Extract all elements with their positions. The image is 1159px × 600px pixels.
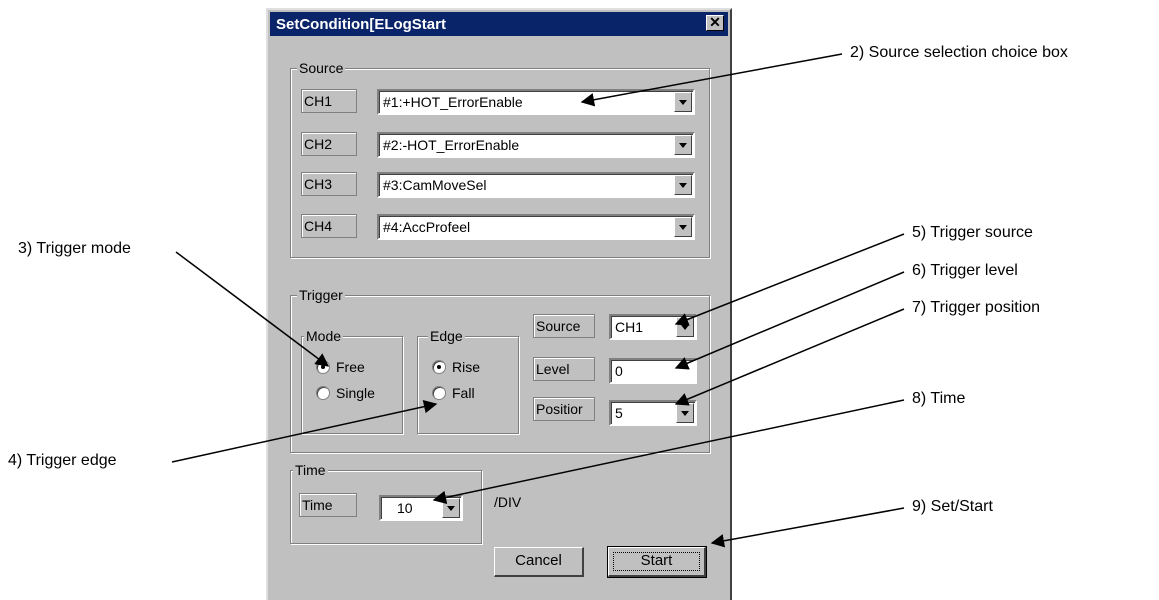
arrow-trigger-level	[674, 271, 905, 370]
arrow-trigger-mode	[175, 251, 330, 367]
arrow-time	[432, 399, 905, 505]
arrow-source-choice	[580, 53, 843, 107]
arrow-trigger-edge	[171, 400, 438, 463]
annotation-arrows	[171, 53, 905, 548]
arrow-set-start	[710, 507, 905, 548]
arrow-trigger-source	[674, 233, 905, 326]
arrow-trigger-position	[674, 308, 905, 406]
